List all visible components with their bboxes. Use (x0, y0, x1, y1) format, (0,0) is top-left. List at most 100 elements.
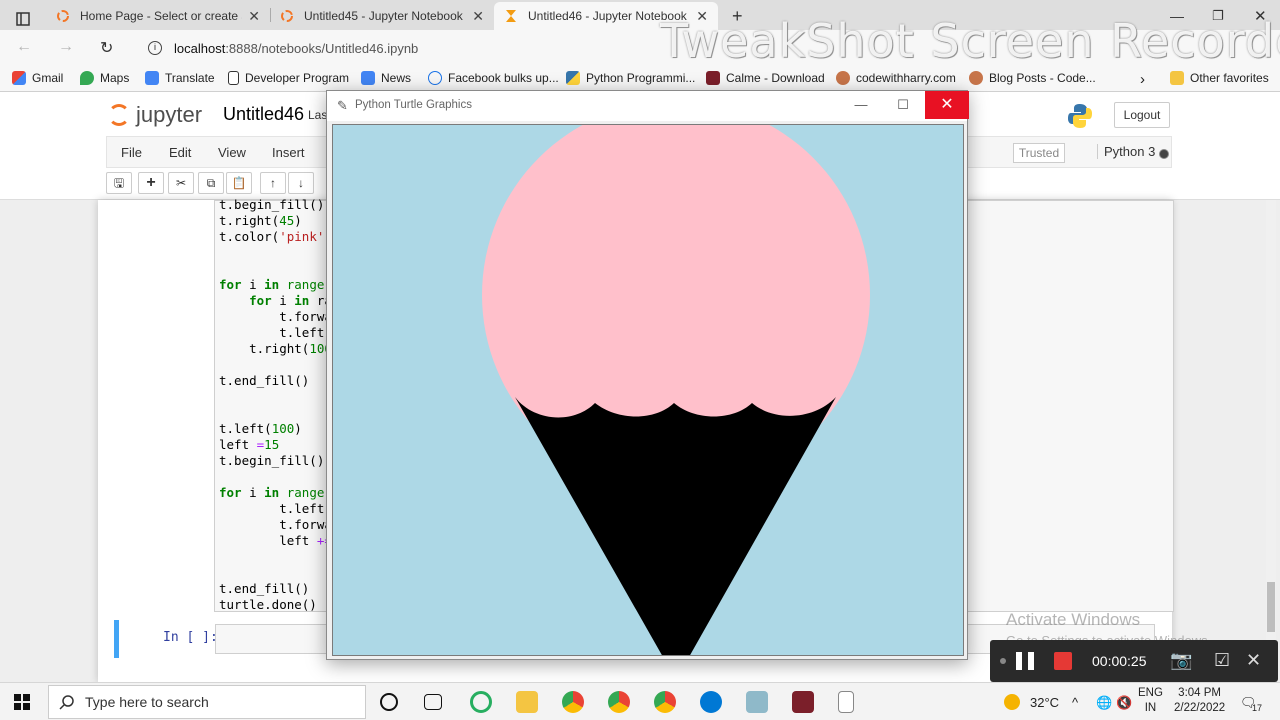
file-explorer-icon[interactable] (516, 691, 538, 713)
menu-edit[interactable]: Edit (169, 145, 191, 160)
bookmark-blog-posts[interactable]: Blog Posts - Code... (969, 71, 1096, 85)
notepad-icon[interactable] (746, 691, 768, 713)
bookmark-facebook[interactable]: Facebook bulks up... (428, 71, 559, 85)
region-code: IN (1144, 702, 1157, 714)
code-line: t.begin_fill() (219, 197, 325, 212)
drag-handle-icon[interactable] (1000, 658, 1006, 664)
taskbar-search-input[interactable]: Type here to search (48, 685, 366, 719)
code-line: t.begin_fill() (219, 453, 325, 468)
chrome-icon[interactable] (608, 691, 630, 713)
avatar-icon (969, 71, 983, 85)
bookmark-python[interactable]: Python Programmi... (566, 71, 695, 85)
avatar-icon (836, 71, 850, 85)
turtle-window-titlebar[interactable]: ✎ Python Turtle Graphics — ☐ ✕ (327, 91, 969, 121)
url-path: :8888/notebooks/Untitled46.ipynb (225, 40, 419, 56)
bookmark-calme[interactable]: Calme - Download (706, 71, 825, 85)
cut-button[interactable]: ✂ (168, 172, 194, 194)
code-line: t.left( (219, 501, 332, 516)
clock-time: 3:04 PM (1178, 687, 1221, 699)
refresh-icon[interactable]: ↻ (100, 38, 113, 58)
close-icon[interactable]: ✕ (472, 8, 484, 25)
python-icon (566, 71, 580, 85)
tab-actions-icon (16, 12, 30, 26)
menu-file[interactable]: File (121, 145, 142, 160)
jupyter-icon (108, 104, 130, 126)
code-line: t.right(45) (219, 213, 302, 228)
bookmark-maps[interactable]: Maps (80, 71, 129, 85)
bookmark-codewithharry[interactable]: codewithharry.com (836, 71, 956, 85)
cell-prompt: In [ ]: (163, 630, 218, 645)
jupyter-icon (280, 9, 294, 23)
paste-button[interactable]: 📋 (226, 172, 252, 194)
input-language[interactable]: ENG IN (1138, 686, 1163, 716)
turtle-window: ✎ Python Turtle Graphics — ☐ ✕ (326, 90, 969, 660)
recorder-app-icon[interactable] (792, 691, 814, 713)
code-line: turtle.done() (219, 597, 317, 612)
bookmark-developer-program[interactable]: Developer Program (228, 71, 349, 85)
maximize-button[interactable]: ☐ (881, 91, 925, 119)
weather-icon[interactable] (1004, 694, 1020, 710)
maps-icon (80, 71, 94, 85)
insert-cell-button[interactable]: + (138, 172, 164, 194)
back-icon[interactable]: ← (16, 38, 32, 56)
document-icon[interactable] (838, 691, 854, 713)
move-up-button[interactable]: ↑ (260, 172, 286, 194)
turtle-window-title: Python Turtle Graphics (355, 99, 472, 111)
task-view-icon[interactable] (424, 694, 442, 710)
news-icon (361, 71, 375, 85)
network-icon[interactable]: 🌐 (1096, 695, 1112, 711)
logout-button[interactable]: Logout (1114, 102, 1170, 128)
trusted-badge[interactable]: Trusted (1013, 143, 1065, 163)
bookmark-translate[interactable]: Translate (145, 71, 215, 85)
turtle-canvas[interactable] (332, 124, 964, 656)
code-line: t.forwa (219, 517, 332, 532)
chevron-up-icon[interactable]: ^ (1072, 695, 1078, 710)
minimize-button[interactable]: — (839, 91, 883, 119)
scrollbar-thumb[interactable] (1267, 582, 1275, 632)
jupyter-logo[interactable]: jupyter (108, 102, 202, 128)
bookmark-other-favorites[interactable]: Other favorites (1170, 71, 1269, 85)
bookmark-label: Maps (100, 71, 130, 85)
close-button[interactable]: ✕ (925, 91, 969, 119)
url-host: localhost (174, 40, 226, 56)
stop-button[interactable] (1054, 652, 1072, 670)
tab-title: Home Page - Select or create a n (80, 9, 243, 23)
close-icon[interactable]: ✕ (248, 8, 260, 25)
code-line: t.right(100 (219, 341, 332, 356)
chrome-icon[interactable] (562, 691, 584, 713)
close-icon[interactable]: ✕ (1246, 650, 1261, 671)
bookmark-gmail[interactable]: Gmail (12, 71, 63, 85)
tab-home-page[interactable]: Home Page - Select or create a n ✕ (46, 2, 270, 30)
system-clock[interactable]: 3:04 PM 2/22/2022 (1174, 686, 1225, 716)
gmail-icon (12, 71, 26, 85)
info-icon[interactable]: i (148, 41, 162, 55)
pause-button[interactable] (1016, 652, 1036, 670)
bookmark-label: Blog Posts - Code... (989, 71, 1096, 85)
kernel-status-icon (1159, 149, 1169, 159)
page-icon (228, 71, 239, 85)
save-button[interactable]: 🖫 (106, 172, 132, 194)
windows-start-icon[interactable] (14, 694, 30, 710)
edit-icon[interactable]: ☑ (1214, 650, 1230, 671)
copy-button[interactable]: ⧉ (198, 172, 224, 194)
kernel-name: Python 3 (1097, 144, 1155, 159)
tab-actions-button[interactable] (6, 5, 40, 33)
menu-insert[interactable]: Insert (272, 145, 305, 160)
notebook-name[interactable]: Untitled46 (223, 104, 304, 125)
camera-icon[interactable]: 📷 (1170, 650, 1192, 671)
bookmark-news[interactable]: News (361, 71, 411, 85)
chrome-icon[interactable] (654, 691, 676, 713)
chevron-right-icon[interactable]: › (1140, 71, 1145, 88)
menu-view[interactable]: View (218, 145, 246, 160)
cortana-icon[interactable] (380, 693, 398, 711)
code-line: left += (219, 533, 332, 548)
app-icon-green[interactable] (470, 691, 492, 713)
jupyter-logo-text: jupyter (136, 102, 203, 127)
volume-icon[interactable]: 🔇 (1116, 695, 1132, 711)
edge-icon[interactable] (700, 691, 722, 713)
tab-untitled45[interactable]: Untitled45 - Jupyter Notebook ✕ (270, 2, 494, 30)
bookmark-label: codewithharry.com (856, 71, 956, 85)
translate-icon (145, 71, 159, 85)
forward-icon[interactable]: → (58, 38, 74, 56)
move-down-button[interactable]: ↓ (288, 172, 314, 194)
